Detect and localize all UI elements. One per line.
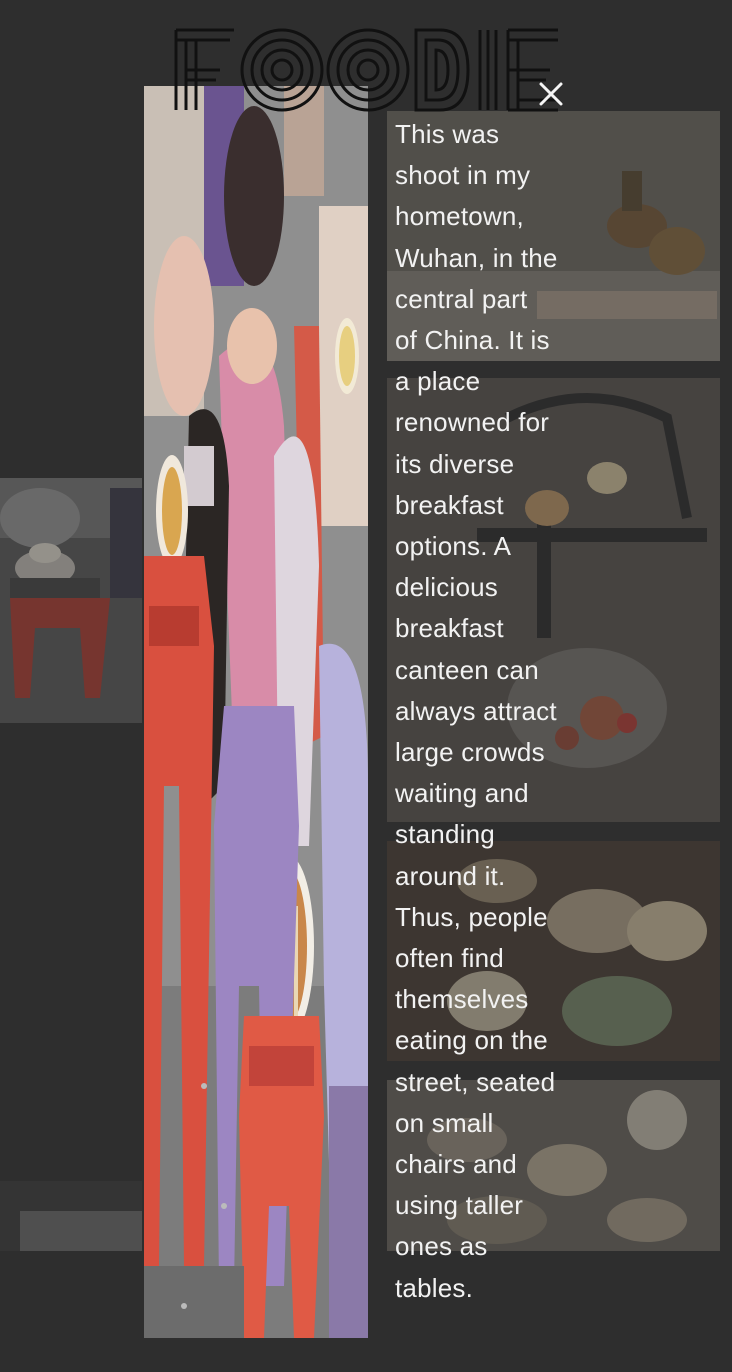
close-icon: [539, 82, 563, 106]
foodie-logo: [172, 26, 562, 116]
close-button[interactable]: [537, 80, 565, 108]
lightbox-overlay: This was shoot in my hometown, Wuhan, in…: [0, 0, 732, 1372]
gallery-thumbnail-street-diners[interactable]: [0, 478, 142, 723]
featured-photo-street-breakfast: [144, 86, 368, 1338]
gallery-thumbnail-bottom-left[interactable]: [0, 1181, 142, 1251]
photo-caption: This was shoot in my hometown, Wuhan, in…: [395, 119, 558, 1303]
